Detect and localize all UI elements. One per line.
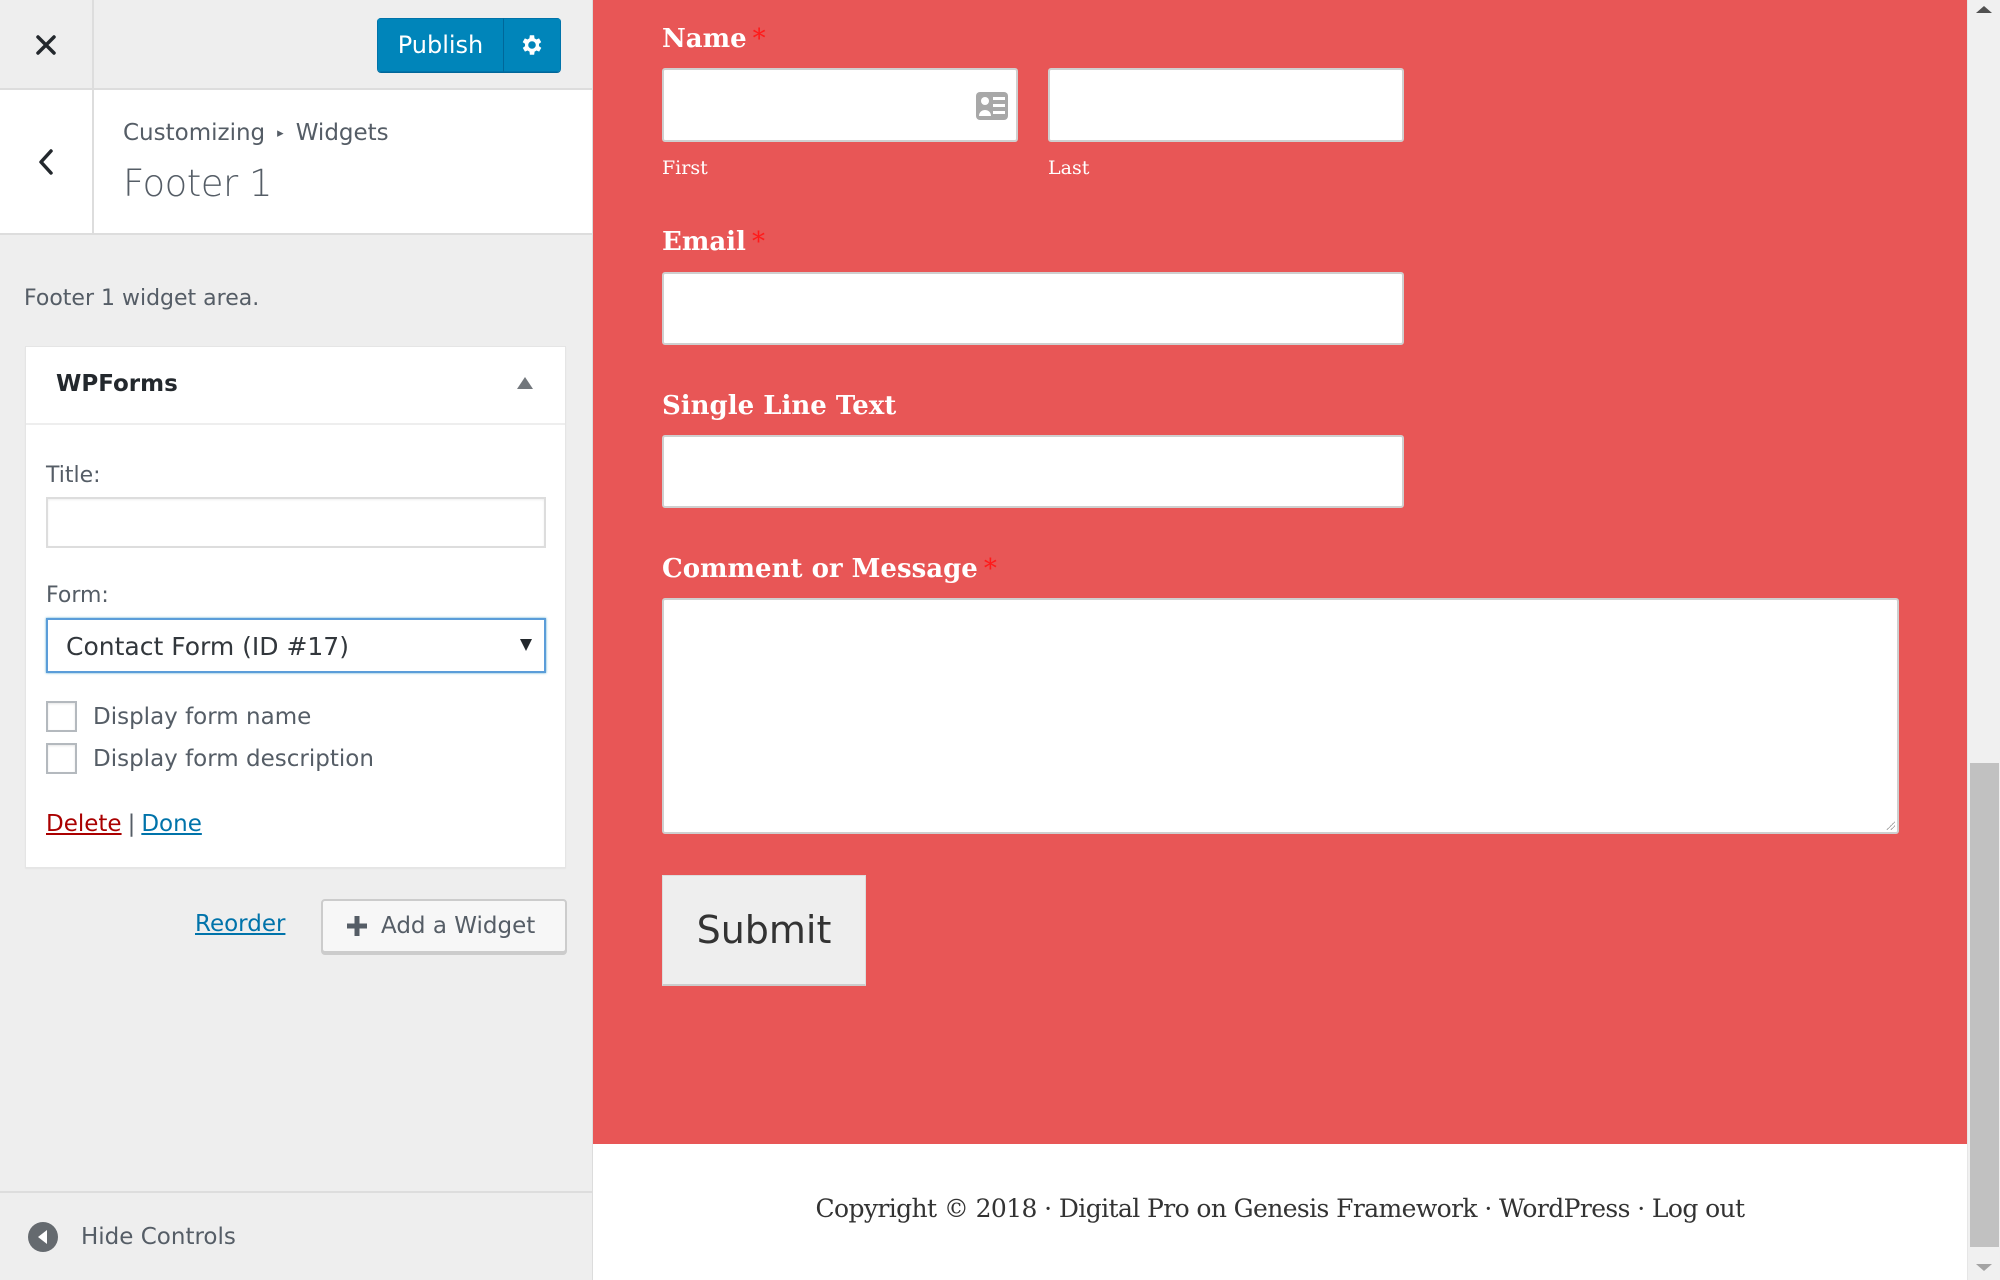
last-sublabel: Last [1048, 157, 1090, 179]
display-form-name-checkbox[interactable]: Display form name [46, 701, 311, 732]
title-label: Title: [46, 463, 101, 488]
comment-field-label: Comment or Message * [662, 554, 997, 584]
close-icon [36, 35, 56, 55]
done-link[interactable]: Done [141, 811, 202, 837]
hide-controls-label: Hide Controls [81, 1224, 236, 1250]
single-line-text-input[interactable] [662, 435, 1404, 508]
sidebar-footer: Hide Controls [0, 1191, 592, 1280]
widget-header[interactable]: WPForms [26, 347, 565, 425]
widget-title: WPForms [56, 371, 178, 397]
form-select-value: Contact Form (ID #17) [66, 632, 349, 661]
hide-controls-button[interactable]: Hide Controls [27, 1221, 236, 1253]
breadcrumb-item: Widgets [295, 120, 389, 146]
breadcrumb-separator-icon: ▸ [277, 125, 284, 141]
contact-form-section: Name * First Last Email * Single Line Text… [593, 0, 1967, 1144]
form-select[interactable]: Contact Form (ID #17) [46, 618, 546, 673]
comment-textarea[interactable] [662, 598, 1899, 834]
widget-area-description: Footer 1 widget area. [24, 286, 260, 311]
add-widget-label: Add a Widget [381, 913, 536, 939]
contact-card-icon [976, 92, 1008, 120]
checkbox-label: Display form description [93, 745, 374, 772]
collapse-sidebar-icon [28, 1222, 58, 1252]
title-input[interactable] [46, 497, 546, 548]
dropdown-arrow-icon [520, 639, 532, 651]
delete-link[interactable]: Delete [46, 811, 122, 837]
label-text: Comment or Message [662, 554, 978, 584]
back-button[interactable] [0, 90, 94, 233]
label-text: Email [662, 227, 746, 257]
gear-icon [522, 35, 542, 55]
reorder-link[interactable]: Reorder [195, 911, 285, 937]
display-form-description-checkbox[interactable]: Display form description [46, 743, 374, 774]
wpforms-widget: WPForms Title: Form: Contact Form (ID #1… [25, 346, 566, 868]
copyright-text: Copyright © 2018 · Digital Pro on Genesi… [815, 1194, 1746, 1223]
single-line-text-label: Single Line Text [662, 391, 897, 421]
actions-separator: | [127, 811, 136, 837]
label-text: Name [662, 24, 747, 54]
publish-button-group: Publish [377, 18, 561, 72]
site-preview: Name * First Last Email * Single Line Text… [593, 0, 1967, 1280]
section-title: Footer 1 [123, 162, 273, 205]
required-marker: * [751, 227, 765, 257]
checkbox[interactable] [46, 701, 77, 732]
form-label: Form: [46, 583, 109, 608]
breadcrumb: Customizing ▸ Widgets [123, 120, 389, 146]
preview-scrollbar[interactable] [1967, 0, 2000, 1280]
breadcrumb-item: Customizing [123, 120, 266, 146]
scrollbar-thumb[interactable] [1970, 763, 1999, 1247]
publish-settings-button[interactable] [504, 18, 561, 72]
first-sublabel: First [662, 157, 708, 179]
required-marker: * [752, 24, 766, 54]
last-name-input[interactable] [1048, 68, 1404, 142]
scroll-up-arrow-icon[interactable] [1976, 6, 1992, 13]
close-customizer-button[interactable] [0, 0, 94, 90]
customizer-sidebar: Publish Customizing ▸ Widgets Footer 1 F… [0, 0, 593, 1280]
checkbox-label: Display form name [93, 703, 312, 730]
email-field-label: Email * [662, 227, 765, 257]
section-header: Customizing ▸ Widgets Footer 1 [0, 90, 592, 235]
name-field-label: Name * [662, 24, 766, 54]
site-footer: Copyright © 2018 · Digital Pro on Genesi… [593, 1144, 1967, 1280]
collapse-arrow-icon[interactable] [517, 377, 533, 389]
first-name-input[interactable] [662, 68, 1018, 142]
add-widget-button[interactable]: Add a Widget [321, 899, 567, 953]
plus-icon [347, 916, 367, 936]
email-input[interactable] [662, 272, 1404, 345]
widget-actions: Delete | Done [46, 811, 202, 837]
resize-handle-icon[interactable] [1885, 820, 1895, 830]
submit-button[interactable]: Submit [662, 875, 866, 986]
chevron-left-icon [39, 148, 53, 175]
publish-button[interactable]: Publish [377, 18, 504, 72]
customizer-header: Publish [0, 0, 592, 90]
required-marker: * [983, 554, 997, 584]
checkbox[interactable] [46, 743, 77, 774]
scroll-down-arrow-icon[interactable] [1976, 1264, 1992, 1271]
